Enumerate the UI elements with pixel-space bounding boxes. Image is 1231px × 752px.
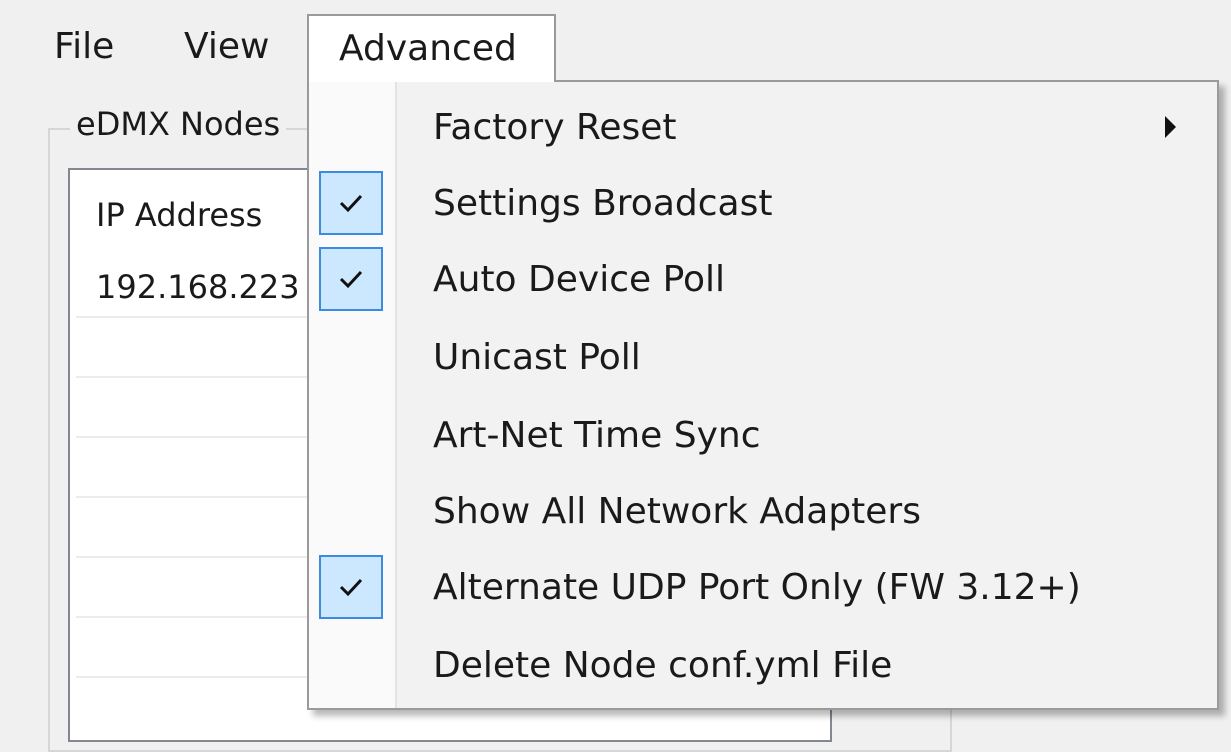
- checkmark-icon: [319, 555, 383, 619]
- menu-item-art-net-time-sync[interactable]: Art-Net Time Sync: [309, 398, 1217, 474]
- menu-item-label: Alternate UDP Port Only (FW 3.12+): [433, 567, 1081, 608]
- menu-item-factory-reset[interactable]: Factory Reset: [309, 90, 1217, 166]
- checkmark-icon: [319, 247, 383, 311]
- menu-item-label: Unicast Poll: [433, 337, 641, 378]
- menu-item-show-all-network-adapters[interactable]: Show All Network Adapters: [309, 474, 1217, 550]
- submenu-arrow-icon: [1165, 116, 1176, 138]
- menu-item-label: Show All Network Adapters: [433, 491, 921, 532]
- menu-item-settings-broadcast[interactable]: Settings Broadcast: [309, 166, 1217, 242]
- menu-item-label: Auto Device Poll: [433, 259, 726, 300]
- menu-item-unicast-poll[interactable]: Unicast Poll: [309, 320, 1217, 396]
- background-panel-edge: [1218, 82, 1231, 720]
- advanced-dropdown-menu: Factory Reset Settings Broadcast Auto De…: [307, 80, 1219, 710]
- menu-advanced[interactable]: Advanced: [307, 14, 556, 82]
- menu-item-label: Factory Reset: [433, 107, 677, 148]
- column-header-ip-address[interactable]: IP Address: [96, 196, 262, 234]
- menu-item-auto-device-poll[interactable]: Auto Device Poll: [309, 242, 1217, 318]
- menu-view[interactable]: View: [170, 14, 283, 82]
- edmx-nodes-group-label: eDMX Nodes: [70, 105, 287, 143]
- menu-item-label: Delete Node conf.yml File: [433, 645, 893, 686]
- menu-bar: File View Advanced: [0, 0, 1231, 82]
- list-item[interactable]: 192.168.223: [96, 268, 300, 306]
- menu-item-label: Settings Broadcast: [433, 183, 773, 224]
- menu-item-delete-node-conf-yml-file[interactable]: Delete Node conf.yml File: [309, 628, 1217, 704]
- menu-file[interactable]: File: [40, 14, 128, 82]
- menu-item-label: Art-Net Time Sync: [433, 415, 761, 456]
- menu-item-alternate-udp-port-only[interactable]: Alternate UDP Port Only (FW 3.12+): [309, 550, 1217, 626]
- checkmark-icon: [319, 171, 383, 235]
